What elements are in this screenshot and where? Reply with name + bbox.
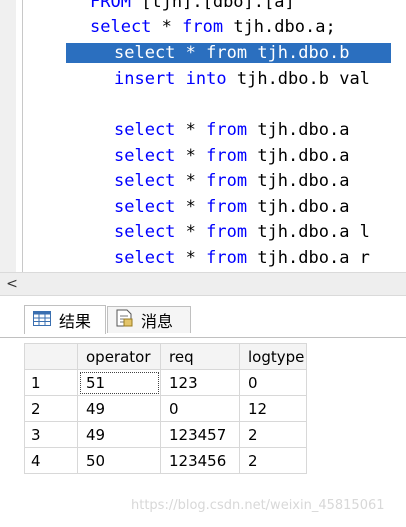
keyword: from <box>206 120 248 140</box>
header-row: operator req logtype <box>24 343 307 370</box>
grid-icon <box>33 310 51 330</box>
keyword: select <box>114 197 176 217</box>
keyword: from <box>206 43 248 63</box>
table-row: 2 49 0 12 <box>24 395 307 422</box>
results-table: operator req logtype 1 51 123 0 2 49 0 1… <box>24 343 307 474</box>
keyword: select <box>90 17 152 37</box>
column-header[interactable]: logtype <box>239 343 307 370</box>
row-number[interactable]: 1 <box>24 369 78 396</box>
keyword: from <box>206 222 248 242</box>
scroll-left-arrow-icon[interactable]: < <box>4 273 20 295</box>
table-row: 1 51 123 0 <box>24 369 307 396</box>
code-text: * <box>151 17 183 37</box>
keyword: select <box>114 248 176 268</box>
table-row: 4 50 123456 2 <box>24 447 307 474</box>
keyword: from <box>206 248 248 268</box>
tab-messages[interactable]: 消息 <box>107 306 191 333</box>
message-icon <box>116 309 133 331</box>
sql-editor[interactable]: FROM [tjh].[dbo].[a] select * from tjh.d… <box>0 0 406 272</box>
row-number[interactable]: 2 <box>24 395 78 422</box>
table-cell[interactable]: 49 <box>77 395 161 422</box>
table-cell[interactable]: 49 <box>77 421 161 448</box>
code-text: * <box>175 146 207 166</box>
code-text: tjh.dbo.a r <box>247 248 370 268</box>
code-text: tjh.dbo.b <box>247 43 350 63</box>
code-line: select * from tjh.dbo.a <box>114 171 349 191</box>
code-text: * <box>175 197 207 217</box>
code-line: select * from tjh.dbo.a l <box>114 222 370 242</box>
tab-results-label: 结果 <box>59 312 92 331</box>
table-cell[interactable]: 123 <box>160 369 240 396</box>
row-number[interactable]: 4 <box>24 447 78 474</box>
code-text: tjh.dbo.a <box>247 171 350 191</box>
keyword: insert <box>114 69 176 89</box>
selected-code-line: select * from tjh.dbo.b <box>66 43 391 63</box>
code-text: * <box>175 222 207 242</box>
code-line: select * from tjh.dbo.a <box>114 120 349 140</box>
code-text: * <box>175 120 207 140</box>
code-text: tjh.dbo.a <box>247 146 350 166</box>
table-cell[interactable]: 0 <box>160 395 240 422</box>
row-header-corner[interactable] <box>24 343 78 370</box>
keyword: select <box>114 171 176 191</box>
column-header[interactable]: req <box>160 343 240 370</box>
code-text: tjh.dbo.a <box>247 197 350 217</box>
keyword: select <box>114 222 176 242</box>
table-cell[interactable]: 50 <box>77 447 161 474</box>
result-tabs: 结果 消息 <box>0 296 406 336</box>
code-line: select * from tjh.dbo.a <box>114 146 349 166</box>
tab-results[interactable]: 结果 <box>24 305 106 334</box>
editor-gutter <box>0 0 16 272</box>
code-text: [tjh].[dbo].[a] <box>141 0 295 12</box>
table-cell[interactable]: 123457 <box>160 421 240 448</box>
code-line: select * from tjh.dbo.a r <box>114 248 370 268</box>
keyword: from <box>182 17 224 37</box>
code-text: tjh.dbo.a <box>247 120 350 140</box>
tab-messages-label: 消息 <box>141 312 174 331</box>
table-cell[interactable]: 123456 <box>160 447 240 474</box>
code-line: select * from tjh.dbo.a; <box>90 17 336 37</box>
table-cell[interactable]: 12 <box>239 395 307 422</box>
code-line: insert into tjh.dbo.b val <box>114 69 370 89</box>
code-text: * <box>175 171 207 191</box>
code-text: * <box>175 248 207 268</box>
code-text: * <box>175 43 207 63</box>
table-cell[interactable]: 51 <box>77 369 161 396</box>
outline-guide <box>22 0 23 272</box>
keyword: select <box>114 120 176 140</box>
column-header[interactable]: operator <box>77 343 161 370</box>
keyword: FROM <box>90 0 142 12</box>
keyword: from <box>206 146 248 166</box>
table-cell[interactable]: 2 <box>239 421 307 448</box>
table-cell[interactable]: 2 <box>239 447 307 474</box>
table-row: 3 49 123457 2 <box>24 421 307 448</box>
code-text: tjh.dbo.b val <box>226 69 370 89</box>
code-line: select * from tjh.dbo.a <box>114 197 349 217</box>
table-cell[interactable]: 0 <box>239 369 307 396</box>
keyword: from <box>206 197 248 217</box>
horizontal-scrollbar[interactable]: < <box>0 272 406 296</box>
keyword: into <box>185 69 227 89</box>
code-text: tjh.dbo.a; <box>223 17 336 37</box>
keyword: select <box>114 146 176 166</box>
keyword: from <box>206 171 248 191</box>
keyword: select <box>114 43 176 63</box>
watermark-text: https://blog.csdn.net/weixin_45815061 <box>131 498 385 513</box>
code-text: tjh.dbo.a l <box>247 222 370 242</box>
code-line: FROM [tjh].[dbo].[a] <box>90 0 295 12</box>
row-number[interactable]: 3 <box>24 421 78 448</box>
